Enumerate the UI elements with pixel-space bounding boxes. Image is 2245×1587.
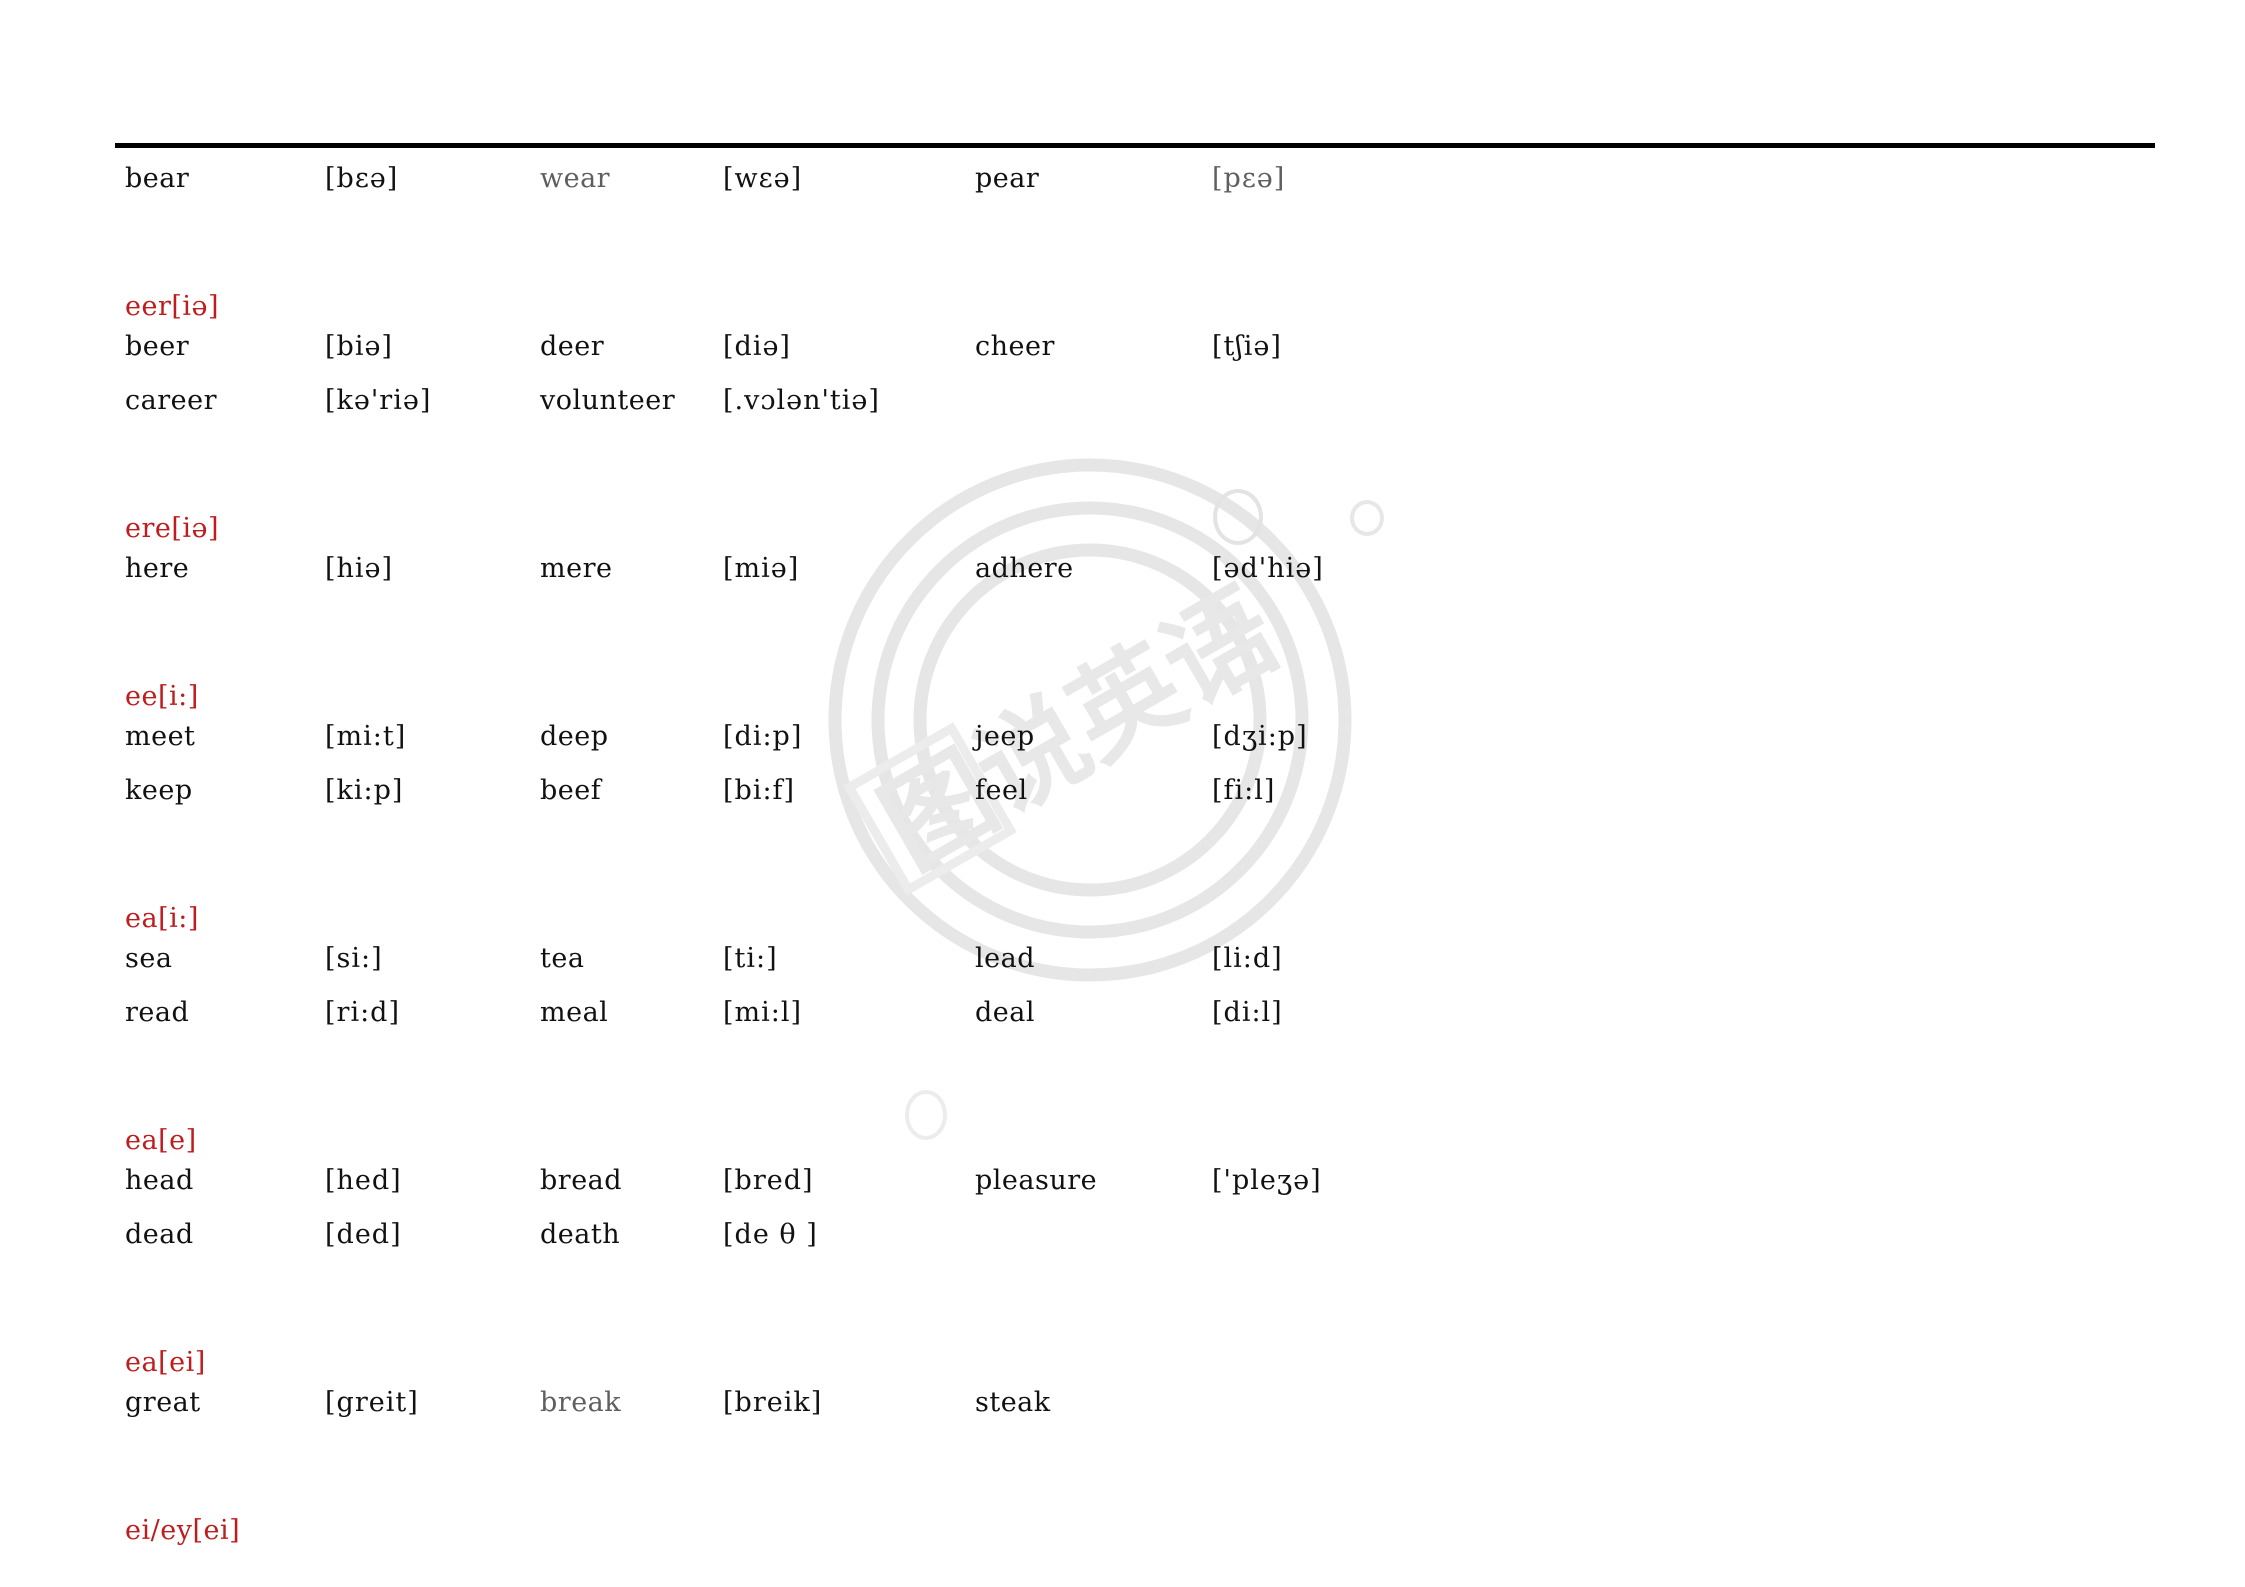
- vocabulary-word: beef: [540, 775, 602, 806]
- vocabulary-word: here: [125, 553, 190, 584]
- phonetic-transcription: [ri:d]: [325, 997, 400, 1028]
- phonetic-transcription: ['pleʒə]: [1212, 1165, 1322, 1196]
- section-heading: ere[iə]: [125, 513, 220, 544]
- vocabulary-word: deep: [540, 721, 609, 752]
- vocabulary-word: feel: [975, 775, 1028, 806]
- phonetic-transcription: [hiə]: [325, 553, 394, 584]
- vocabulary-word: meal: [540, 997, 609, 1028]
- phonetic-transcription: [tʃiə]: [1212, 331, 1282, 362]
- phonetic-transcription: [miə]: [723, 553, 800, 584]
- phonetic-transcription: [dʒi:p]: [1212, 721, 1308, 752]
- phonetic-transcription: [bɛə]: [325, 163, 399, 194]
- phonetic-transcription: [pɛə]: [1212, 163, 1286, 194]
- section-heading: eer[iə]: [125, 291, 220, 322]
- vocabulary-word: death: [540, 1219, 621, 1250]
- vocabulary-word: career: [125, 385, 217, 416]
- section-heading: ea[e]: [125, 1125, 197, 1156]
- phonetic-transcription: [di:p]: [723, 721, 803, 752]
- vocabulary-word: cheer: [975, 331, 1055, 362]
- phonetic-transcription: [si:]: [325, 943, 383, 974]
- section-heading: ea[ei]: [125, 1347, 206, 1378]
- phonetic-transcription: [greit]: [325, 1387, 419, 1418]
- phonetic-transcription: [diə]: [723, 331, 791, 362]
- vocabulary-word: mere: [540, 553, 613, 584]
- vocabulary-word: beer: [125, 331, 190, 362]
- vocabulary-word: wear: [540, 163, 611, 194]
- phonetic-transcription: [mi:t]: [325, 721, 407, 752]
- section-heading: ea[i:]: [125, 903, 199, 934]
- vocabulary-word: dead: [125, 1219, 194, 1250]
- phonetic-transcription: [ti:]: [723, 943, 778, 974]
- vocabulary-word: meet: [125, 721, 196, 752]
- vocabulary-word: deal: [975, 997, 1035, 1028]
- vocabulary-word: tea: [540, 943, 585, 974]
- phonetic-transcription: [mi:l]: [723, 997, 803, 1028]
- phonetic-transcription: [bi:f]: [723, 775, 796, 806]
- phonetic-transcription: [kə'riə]: [325, 385, 432, 416]
- phonetic-transcription: [di:l]: [1212, 997, 1283, 1028]
- phonetic-transcription: [əd'hiə]: [1212, 553, 1324, 584]
- phonetic-transcription: [ded]: [325, 1219, 402, 1250]
- vocabulary-word: bear: [125, 163, 190, 194]
- vocabulary-word: adhere: [975, 553, 1074, 584]
- phonetic-transcription: [de θ ]: [723, 1219, 818, 1250]
- vocabulary-word: pear: [975, 163, 1040, 194]
- document-page: 图说英语 bear [bɛə] wear [wɛə] pear [pɛə] eer[iə] b…: [0, 0, 2245, 1587]
- vocabulary-word: break: [540, 1387, 622, 1418]
- phonetic-transcription: [hed]: [325, 1165, 402, 1196]
- vocabulary-word: volunteer: [540, 385, 676, 416]
- section-heading: ei/ey[ei]: [125, 1515, 241, 1546]
- vocabulary-word: head: [125, 1165, 194, 1196]
- phonetic-transcription: [ki:p]: [325, 775, 404, 806]
- vocabulary-word: great: [125, 1387, 201, 1418]
- vocabulary-word: jeep: [975, 721, 1035, 752]
- phonetic-transcription: [fi:l]: [1212, 775, 1276, 806]
- vocabulary-word: read: [125, 997, 190, 1028]
- word-list-container: bear [bɛə] wear [wɛə] pear [pɛə] eer[iə] beer [b…: [0, 0, 2245, 1587]
- vocabulary-word: lead: [975, 943, 1035, 974]
- vocabulary-word: bread: [540, 1165, 623, 1196]
- phonetic-transcription: [breik]: [723, 1387, 823, 1418]
- vocabulary-word: keep: [125, 775, 193, 806]
- vocabulary-word: sea: [125, 943, 173, 974]
- phonetic-transcription: [bred]: [723, 1165, 814, 1196]
- section-heading: ee[i:]: [125, 681, 199, 712]
- phonetic-transcription: [.vɔlən'tiə]: [723, 385, 880, 416]
- phonetic-transcription: [li:d]: [1212, 943, 1283, 974]
- phonetic-transcription: [biə]: [325, 331, 393, 362]
- phonetic-transcription: [wɛə]: [723, 163, 803, 194]
- vocabulary-word: deer: [540, 331, 605, 362]
- vocabulary-word: pleasure: [975, 1165, 1098, 1196]
- vocabulary-word: steak: [975, 1387, 1051, 1418]
